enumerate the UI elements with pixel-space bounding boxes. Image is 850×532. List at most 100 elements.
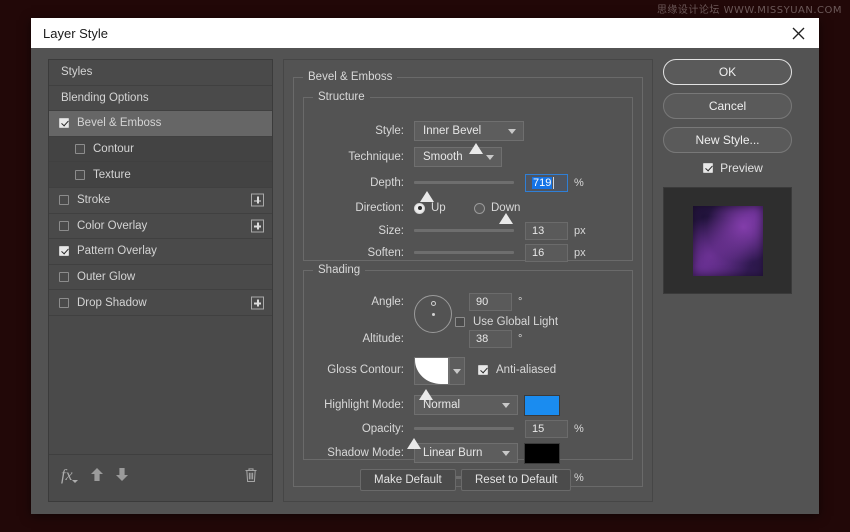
depth-label: Depth: [304,177,404,189]
add-color-overlay-icon[interactable] [251,219,264,232]
direction-up-radio[interactable]: Up [414,202,446,214]
technique-select[interactable]: Smooth [414,147,502,167]
sidebar-item-stroke[interactable]: Stroke [49,188,272,214]
checkbox-outer-glow[interactable] [59,272,69,282]
highlight-mode-label: Highlight Mode: [304,399,404,411]
gloss-contour-preview[interactable] [414,357,449,385]
sidebar-item-bevel-and-emboss[interactable]: Bevel & Emboss [49,111,272,137]
sidebar-item-label: Contour [93,143,134,155]
highlight-opacity-track [414,427,514,430]
angle-unit: ° [518,296,522,308]
default-buttons-row: Make Default Reset to Default [284,469,652,495]
sidebar-item-label: Color Overlay [77,220,147,232]
new-style-button[interactable]: New Style... [663,127,792,153]
move-up-icon[interactable] [90,467,104,487]
close-button[interactable] [777,18,819,48]
sidebar-item-label: Drop Shadow [77,297,147,309]
sidebar-item-label: Stroke [77,194,110,206]
add-drop-shadow-icon[interactable] [251,296,264,309]
style-select[interactable]: Inner Bevel [414,121,524,141]
checkbox-contour[interactable] [75,144,85,154]
sidebar-item-drop-shadow[interactable]: Drop Shadow [49,290,272,316]
ok-button[interactable]: OK [663,59,792,85]
shading-group-title: Shading [313,264,365,276]
size-value: 13 [532,225,544,237]
make-default-button[interactable]: Make Default [360,469,456,491]
shading-group: Shading Angle: 90 ° [303,270,633,460]
preview-thumbnail [693,206,763,276]
checkbox-bevel-and-emboss[interactable] [59,118,69,128]
highlight-opacity-input[interactable]: 15 [525,420,568,438]
angle-dial-center [432,313,435,316]
depth-slider[interactable] [414,176,514,190]
technique-label: Technique: [304,151,404,163]
shadow-mode-select[interactable]: Linear Burn [414,443,518,463]
sidebar-item-label: Bevel & Emboss [77,117,161,129]
use-global-light-checkbox[interactable]: Use Global Light [455,316,558,328]
highlight-opacity-slider[interactable] [414,422,514,436]
reset-to-default-button[interactable]: Reset to Default [461,469,571,491]
size-input[interactable]: 13 [525,222,568,240]
highlight-opacity-thumb[interactable] [419,389,433,400]
highlight-color-swatch[interactable] [524,395,560,416]
sidebar-item-texture[interactable]: Texture [49,162,272,188]
direction-row: Direction: Up Down [304,197,632,219]
sidebar-item-color-overlay[interactable]: Color Overlay [49,214,272,240]
gloss-contour-dropdown[interactable] [449,357,465,385]
effect-settings-panel: Bevel & Emboss Structure Style: Inner Be… [283,59,653,502]
shadow-mode-row: Shadow Mode: Linear Burn [304,442,632,464]
altitude-unit: ° [518,333,522,345]
checkbox-anti-aliased [478,365,488,375]
sidebar-item-pattern-overlay[interactable]: Pattern Overlay [49,239,272,265]
checkbox-drop-shadow[interactable] [59,298,69,308]
depth-input[interactable]: 719 [525,174,568,192]
size-slider-track [414,229,514,232]
sidebar-item-outer-glow[interactable]: Outer Glow [49,265,272,291]
size-slider-thumb[interactable] [420,191,434,202]
depth-value: 719 [532,177,552,189]
sidebar-item-contour[interactable]: Contour [49,137,272,163]
checkbox-texture[interactable] [75,170,85,180]
gloss-contour-row: Gloss Contour: [304,357,632,385]
soften-slider-thumb[interactable] [499,213,513,224]
sidebar-item-styles[interactable]: Styles [49,60,272,86]
chevron-down-icon [508,129,516,134]
checkbox-color-overlay[interactable] [59,221,69,231]
add-stroke-icon[interactable] [251,194,264,207]
soften-slider-track [414,251,514,254]
direction-up-label: Up [431,202,446,214]
dialog-title: Layer Style [43,26,108,41]
structure-group: Structure Style: Inner Bevel Technique: [303,97,633,261]
cancel-button[interactable]: Cancel [663,93,792,119]
anti-aliased-checkbox[interactable]: Anti-aliased [478,364,556,376]
sidebar-item-blending-options[interactable]: Blending Options [49,86,272,112]
direction-label: Direction: [304,202,404,214]
anti-aliased-label: Anti-aliased [496,364,556,376]
style-row: Style: Inner Bevel [304,120,632,142]
depth-slider-thumb[interactable] [469,143,483,154]
technique-select-value: Smooth [423,151,463,163]
shadow-color-swatch[interactable] [524,443,560,464]
checkbox-stroke[interactable] [59,195,69,205]
soften-slider[interactable] [414,246,514,260]
size-slider[interactable] [414,224,514,238]
fx-icon[interactable]: fx [61,467,73,485]
soften-input[interactable]: 16 [525,244,568,262]
angle-input[interactable]: 90 [469,293,512,311]
altitude-input[interactable]: 38 [469,330,512,348]
depth-unit: % [574,177,584,189]
bevel-emboss-group: Bevel & Emboss Structure Style: Inner Be… [293,77,643,487]
shadow-opacity-thumb[interactable] [407,438,421,449]
trash-icon[interactable] [244,467,258,488]
highlight-opacity-row: Opacity: 15 % [304,418,632,440]
highlight-mode-value: Normal [423,399,460,411]
preview-checkbox[interactable]: Preview [663,161,803,175]
radio-dot-down [474,203,485,214]
soften-row: Soften: 16 px [304,242,632,264]
direction-down-radio[interactable]: Down [474,202,520,214]
move-down-icon[interactable] [115,467,129,487]
angle-row: Angle: 90 ° [304,291,632,313]
preview-label: Preview [720,161,763,175]
checkbox-pattern-overlay[interactable] [59,246,69,256]
sidebar-footer-toolbar: fx [49,454,272,501]
